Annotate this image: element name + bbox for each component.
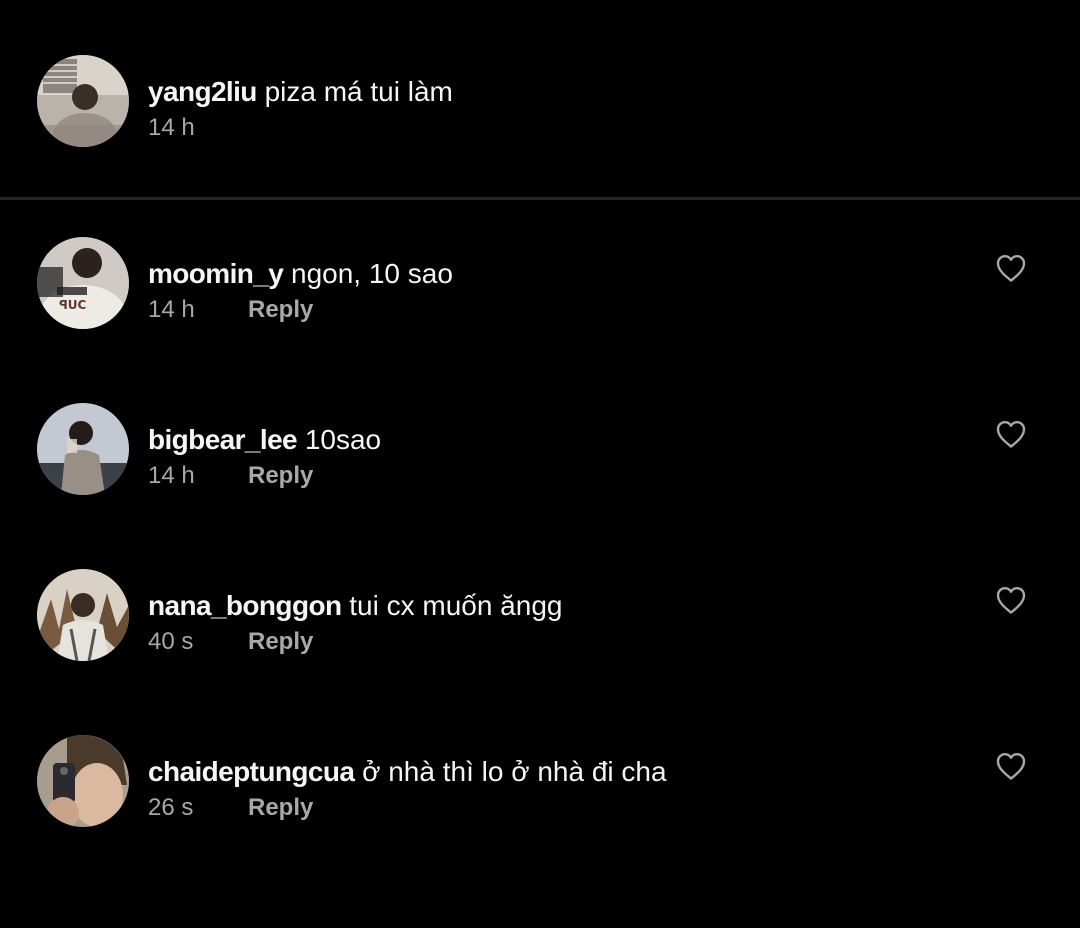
comment-avatar[interactable] (37, 569, 129, 661)
divider (0, 197, 1080, 200)
comment-row: bigbear_lee 10sao 14 h Reply (0, 403, 1080, 513)
comment-timestamp: 14 h (148, 296, 195, 323)
comment-row: chaideptungcua ở nhà thì lo ở nhà đi cha… (0, 735, 1080, 845)
reply-button[interactable]: Reply (248, 295, 313, 325)
comment-text: tui cx muốn ăngg (349, 590, 563, 621)
caption-timestamp: 14 h (148, 114, 195, 141)
comment-username[interactable]: nana_bonggon (148, 590, 342, 621)
comment-avatar[interactable] (37, 735, 129, 827)
reply-button[interactable]: Reply (248, 793, 313, 823)
avatar-photo (37, 569, 129, 661)
comment-text-line: nana_bonggon tui cx muốn ăngg (148, 589, 562, 623)
heart-icon[interactable] (995, 253, 1027, 283)
comment-avatar[interactable]: ꟼUC (37, 237, 129, 329)
comment-username[interactable]: chaideptungcua (148, 756, 355, 787)
comment-username[interactable]: bigbear_lee (148, 424, 298, 455)
avatar-photo: ꟼUC (37, 237, 129, 329)
comment-avatar[interactable] (37, 403, 129, 495)
caption-avatar[interactable] (37, 55, 129, 147)
heart-icon[interactable] (995, 751, 1027, 781)
reply-button[interactable]: Reply (248, 461, 313, 491)
comment-text-line: moomin_y ngon, 10 sao (148, 257, 453, 291)
comment-timestamp: 40 s (148, 628, 194, 655)
avatar-photo (37, 735, 129, 827)
comment-text: 10sao (304, 424, 382, 455)
comment-row: ꟼUC moomin_y ngon, 10 sao 14 h Reply (0, 237, 1080, 347)
avatar-photo (37, 55, 129, 147)
comment-text-line: bigbear_lee 10sao (148, 423, 381, 457)
comment-timestamp: 26 s (148, 794, 194, 821)
caption-text: piza má tui làm (264, 76, 453, 107)
post-caption: yang2liu piza má tui làm 14 h (0, 0, 1080, 198)
svg-text:ꟼUC: ꟼUC (59, 298, 87, 312)
comment-row: nana_bonggon tui cx muốn ăngg 40 s Reply (0, 569, 1080, 679)
reply-button[interactable]: Reply (248, 627, 313, 657)
comment-text: ngon, 10 sao (291, 258, 453, 289)
comment-timestamp: 14 h (148, 462, 195, 489)
comment-text: ở nhà thì lo ở nhà đi cha (362, 756, 667, 787)
comment-text-line: chaideptungcua ở nhà thì lo ở nhà đi cha (148, 755, 667, 789)
heart-icon[interactable] (995, 419, 1027, 449)
heart-icon[interactable] (995, 585, 1027, 615)
caption-username[interactable]: yang2liu (148, 76, 257, 107)
caption-text-line: yang2liu piza má tui làm (148, 75, 453, 109)
comment-username[interactable]: moomin_y (148, 258, 284, 289)
avatar-photo (37, 403, 129, 495)
